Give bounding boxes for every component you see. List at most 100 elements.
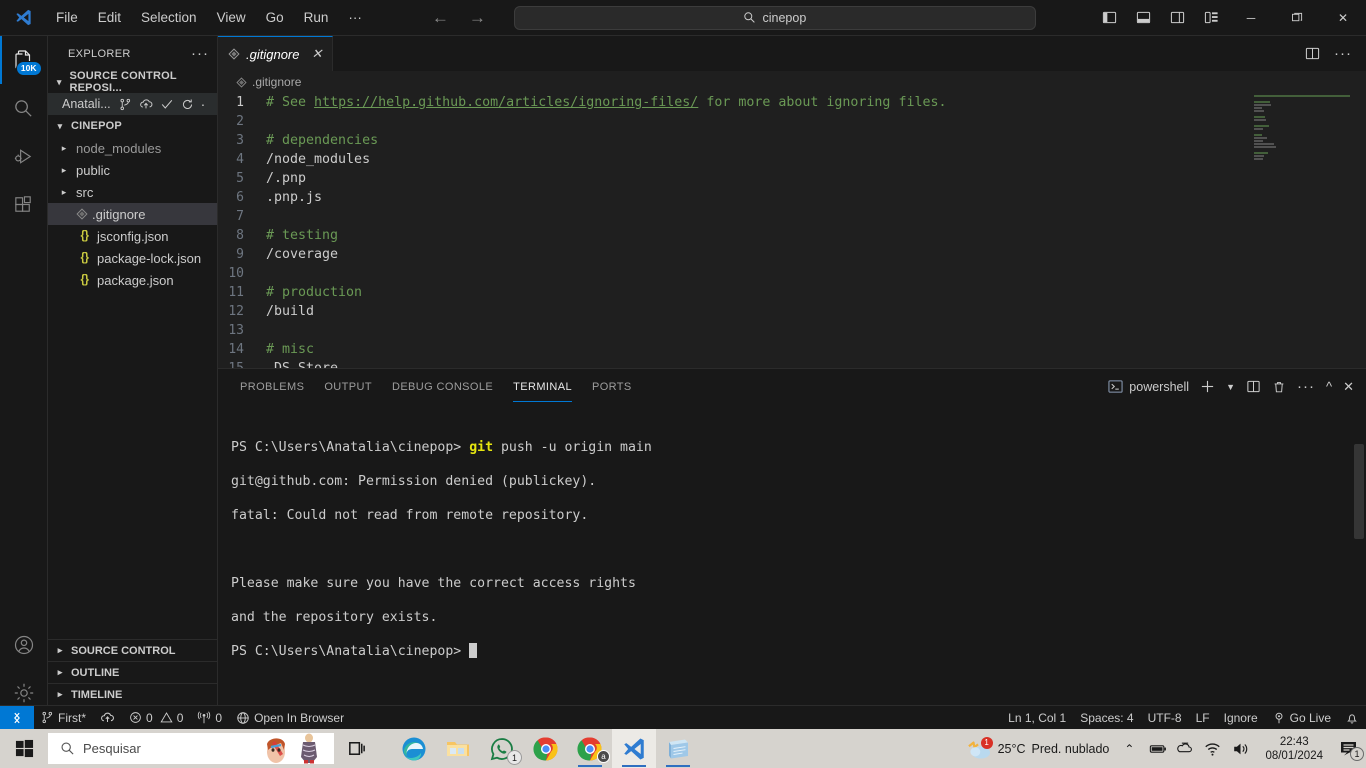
taskbar-search-box[interactable]: Pesquisar <box>48 733 334 764</box>
tab-output[interactable]: OUTPUT <box>314 369 382 404</box>
activity-run-and-debug[interactable] <box>0 132 48 180</box>
repository-row[interactable]: Anatali... · <box>48 93 217 115</box>
taskbar-clock[interactable]: 22:43 08/01/2024 <box>1259 735 1329 763</box>
task-view-button[interactable] <box>334 729 378 768</box>
remote-window-button[interactable] <box>0 705 34 730</box>
status-indentation[interactable]: Spaces: 4 <box>1073 706 1140 730</box>
status-eol[interactable]: LF <box>1189 706 1217 730</box>
window-close-button[interactable]: ✕ <box>1320 0 1366 36</box>
battery-icon[interactable] <box>1149 740 1167 758</box>
maximize-panel-icon[interactable]: ^ <box>1326 379 1332 394</box>
search-icon <box>61 742 74 755</box>
split-terminal-icon[interactable] <box>1246 379 1261 394</box>
line-number: 3 <box>236 133 244 148</box>
split-editor-icon[interactable] <box>1305 46 1320 61</box>
tree-item-package-json[interactable]: {} package.json <box>48 269 217 291</box>
panel-scrollbar[interactable] <box>1354 444 1364 539</box>
kill-terminal-icon[interactable] <box>1272 380 1286 394</box>
section-outline[interactable]: ▸ OUTLINE <box>48 661 217 683</box>
menu-selection[interactable]: Selection <box>132 4 206 32</box>
tree-item-gitignore[interactable]: .gitignore <box>48 203 217 225</box>
activity-explorer[interactable]: 10K <box>0 36 48 84</box>
toggle-panel-icon[interactable] <box>1126 0 1160 36</box>
close-panel-icon[interactable]: ✕ <box>1343 379 1354 395</box>
section-source-control-repositories[interactable]: ▾ SOURCE CONTROL REPOSI... <box>48 70 217 94</box>
chrome-icon <box>533 736 558 761</box>
activity-accounts[interactable] <box>0 621 48 669</box>
tab-gitignore[interactable]: .gitignore ✕ <box>218 36 334 71</box>
go-back-icon[interactable]: ← <box>432 9 449 26</box>
section-source-control[interactable]: ▸ SOURCE CONTROL <box>48 639 217 661</box>
status-cursor-position[interactable]: Ln 1, Col 1 <box>1001 706 1073 730</box>
volume-icon[interactable] <box>1231 740 1250 758</box>
sidebar-more-actions-icon[interactable]: ··· <box>191 46 209 61</box>
menu-go[interactable]: Go <box>257 4 293 32</box>
tab-ports[interactable]: PORTS <box>582 369 642 404</box>
start-button[interactable] <box>0 729 48 768</box>
section-cinepop[interactable]: ▾ CINEPOP <box>48 115 217 137</box>
customize-layout-icon[interactable] <box>1194 0 1228 36</box>
menu-run[interactable]: Run <box>295 4 338 32</box>
taskbar-app-vscode[interactable] <box>612 729 656 768</box>
activity-search[interactable] <box>0 84 48 132</box>
editor-more-actions-icon[interactable]: ··· <box>1334 46 1352 61</box>
tree-item-node_modules[interactable]: ▸ node_modules <box>48 137 217 159</box>
line-number: 6 <box>236 190 244 205</box>
menu-file[interactable]: File <box>47 4 87 32</box>
panel-more-actions-icon[interactable]: ··· <box>1297 379 1315 394</box>
status-go-live[interactable]: Go Live <box>1265 706 1338 730</box>
status-problems[interactable]: 0 0 <box>122 706 190 730</box>
status-branch[interactable]: First* <box>34 706 93 730</box>
toggle-primary-sidebar-icon[interactable] <box>1092 0 1126 36</box>
refresh-icon[interactable] <box>181 98 194 111</box>
status-language-mode[interactable]: Ignore <box>1217 706 1265 730</box>
tree-item-src[interactable]: ▸ src <box>48 181 217 203</box>
go-forward-icon[interactable]: → <box>469 9 486 26</box>
taskbar-app-whatsapp[interactable]: 1 <box>480 729 524 768</box>
window-restore-button[interactable] <box>1274 0 1320 36</box>
section-label: SOURCE CONTROL REPOSI... <box>69 70 177 94</box>
menu-edit[interactable]: Edit <box>89 4 130 32</box>
window-minimize-button[interactable]: ─ <box>1228 0 1274 36</box>
status-notifications[interactable] <box>1338 706 1366 730</box>
explorer-sidebar: EXPLORER ··· ▾ SOURCE CONTROL REPOSI... … <box>48 36 218 705</box>
tree-item-jsconfig-json[interactable]: {} jsconfig.json <box>48 225 217 247</box>
tray-weather[interactable]: 1 25°C Pred. nublado <box>966 736 1109 760</box>
notification-center-button[interactable]: 1 <box>1338 739 1364 761</box>
help-link[interactable]: https://help.github.com/articles/ignorin… <box>314 95 698 110</box>
new-terminal-icon[interactable] <box>1200 379 1215 394</box>
status-sync[interactable] <box>93 706 122 730</box>
terminal-shell-chip[interactable]: powershell <box>1108 379 1189 394</box>
section-timeline[interactable]: ▸ TIMELINE <box>48 683 217 705</box>
check-icon[interactable] <box>160 97 174 111</box>
tab-close-icon[interactable]: ✕ <box>311 46 322 62</box>
tab-problems[interactable]: PROBLEMS <box>230 369 314 404</box>
status-ports[interactable]: 0 <box>190 706 229 730</box>
tab-terminal[interactable]: TERMINAL <box>503 369 582 404</box>
show-hidden-icons-chevron[interactable]: ⌃ <box>1118 742 1140 756</box>
toggle-secondary-sidebar-icon[interactable] <box>1160 0 1194 36</box>
terminal-output[interactable]: PS C:\Users\Anatalia\cinepop> git push -… <box>218 404 1366 694</box>
status-encoding[interactable]: UTF-8 <box>1141 706 1189 730</box>
taskbar-app-notepad[interactable] <box>656 729 700 768</box>
menu-view[interactable]: View <box>208 4 255 32</box>
tree-item-public[interactable]: ▸ public <box>48 159 217 181</box>
code-editor[interactable]: 1 # See https://help.github.com/articles/… <box>218 93 1366 368</box>
status-open-in-browser[interactable]: Open In Browser <box>229 706 351 730</box>
taskbar-app-edge[interactable] <box>392 729 436 768</box>
menu-more[interactable]: ··· <box>339 4 371 32</box>
breadcrumb[interactable]: .gitignore <box>218 71 1366 93</box>
repository-more-icon[interactable]: · <box>201 97 206 111</box>
taskbar-app-chrome[interactable] <box>524 729 568 768</box>
taskbar-app-file-explorer[interactable] <box>436 729 480 768</box>
editor-minimap[interactable] <box>1254 95 1352 355</box>
taskbar-app-chrome-profile[interactable]: a <box>568 729 612 768</box>
wifi-icon[interactable] <box>1203 740 1222 758</box>
tab-debug-console[interactable]: DEBUG CONSOLE <box>382 369 503 404</box>
terminal-dropdown-icon[interactable]: ▼ <box>1226 382 1235 392</box>
activity-extensions[interactable] <box>0 180 48 228</box>
tree-item-package-lock-json[interactable]: {} package-lock.json <box>48 247 217 269</box>
command-center-search[interactable]: cinepop <box>513 5 1036 30</box>
publish-icon[interactable] <box>139 97 153 111</box>
onedrive-icon[interactable] <box>1176 740 1194 758</box>
